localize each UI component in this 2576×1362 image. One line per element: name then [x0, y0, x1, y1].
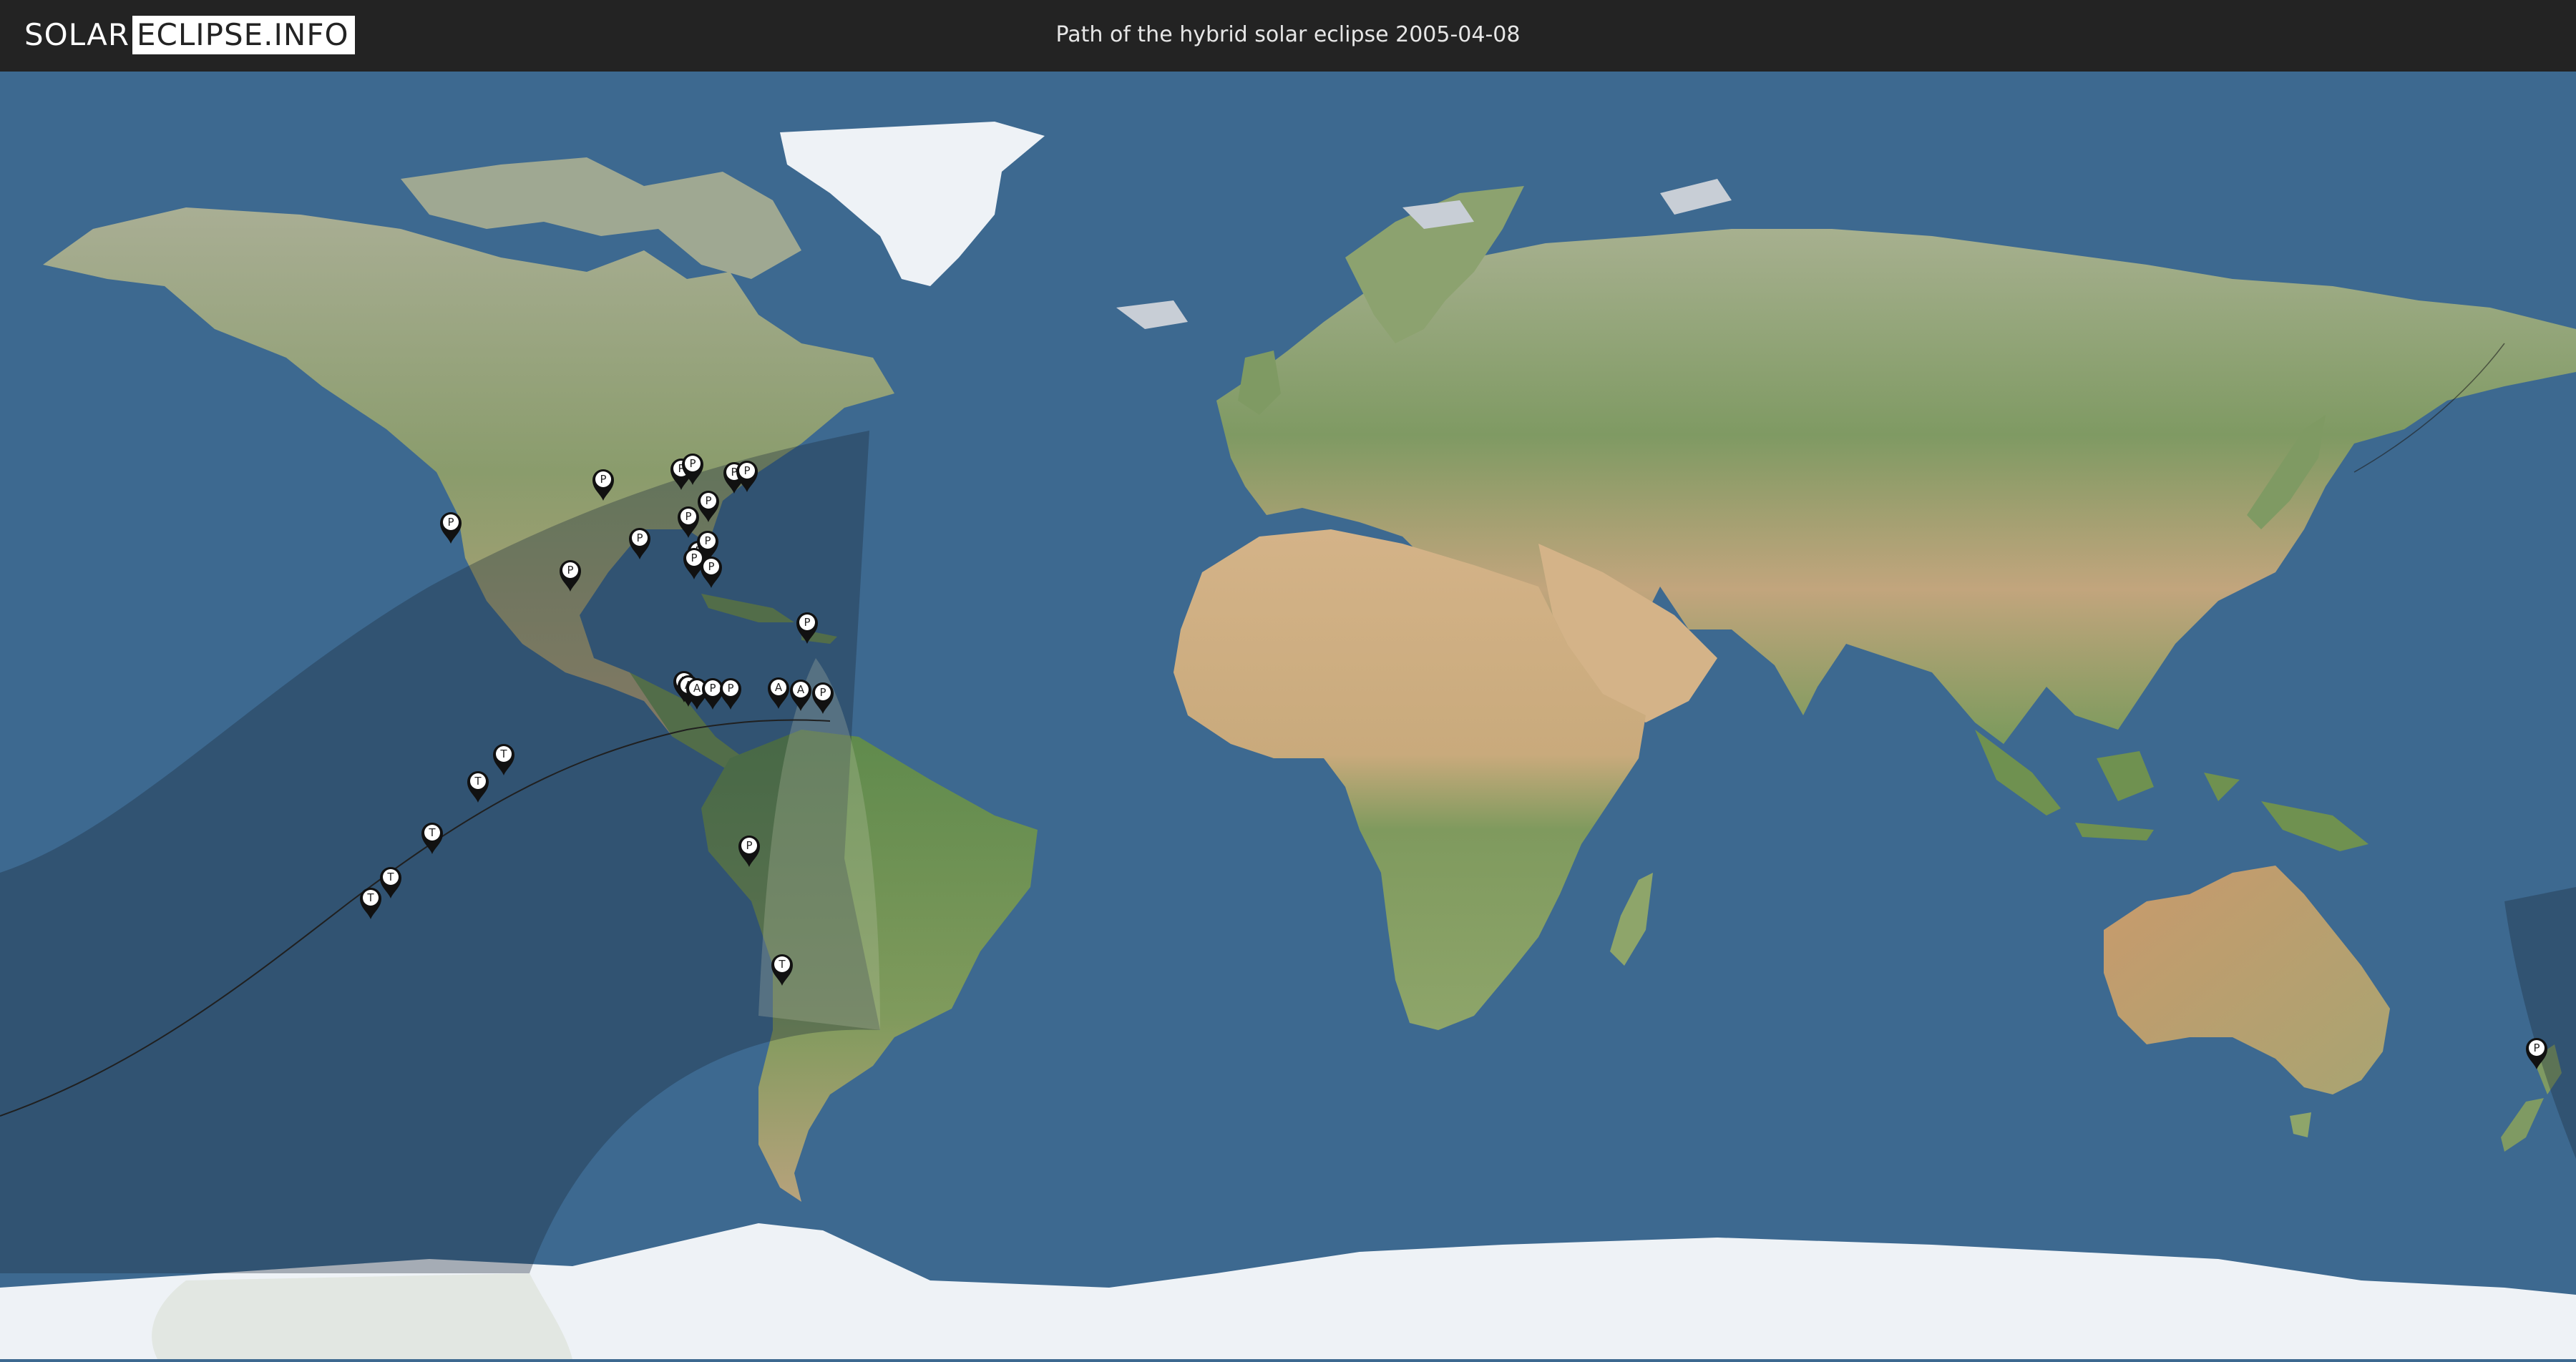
marker-letter: P [804, 616, 810, 629]
marker-letter: P [708, 560, 714, 573]
penumbra-antarctic [152, 1273, 572, 1359]
marker-letter: P [743, 464, 750, 477]
marker-letter: P [567, 564, 573, 577]
marker-letter: P [447, 516, 454, 529]
marker-letter: P [705, 494, 711, 507]
page-title: Path of the hybrid solar eclipse 2005-04… [1055, 22, 1521, 47]
marker-letter: P [2533, 1042, 2540, 1054]
marker-letter: A [693, 682, 701, 695]
marker-letter: T [474, 775, 482, 788]
marker-letter: T [499, 748, 507, 760]
marker-letter: P [636, 531, 643, 544]
marker-letter: P [689, 457, 696, 470]
marker-letter: T [386, 871, 394, 883]
marker-letter: T [778, 958, 786, 971]
marker-letter: P [819, 686, 826, 699]
marker-letter: T [366, 891, 374, 904]
marker-letter: P [600, 473, 606, 486]
marker-letter: P [685, 510, 691, 523]
marker-letter: P [746, 839, 752, 852]
world-map[interactable]: PPPPPPPPPPPPPPPPAAPPAAPPTTTTTTP [0, 72, 2576, 1359]
marker-letter: A [797, 683, 805, 696]
marker-letter: P [691, 552, 697, 564]
marker-letter: A [775, 681, 783, 694]
marker-letter: P [727, 682, 733, 695]
marker-letter: P [709, 682, 716, 695]
header-bar: SOLAR ECLIPSE.INFO Path of the hybrid so… [0, 0, 2576, 72]
marker-letter: P [704, 534, 711, 547]
marker-letter: T [428, 826, 436, 839]
